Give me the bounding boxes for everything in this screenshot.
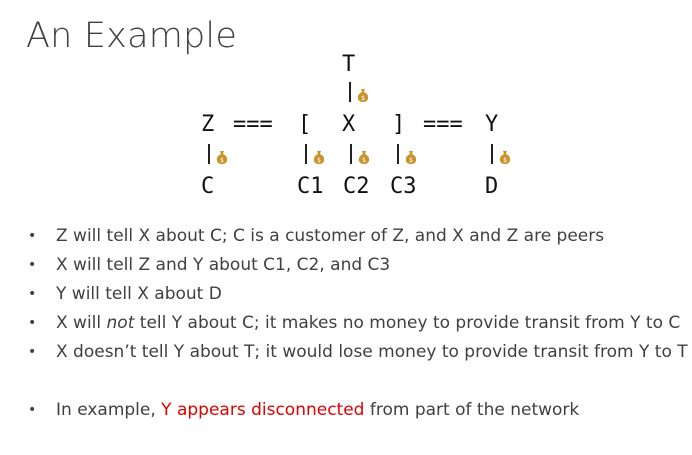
link-x-c1 xyxy=(305,144,307,164)
svg-text:$: $ xyxy=(317,157,321,164)
svg-text:$: $ xyxy=(361,95,365,102)
bullet-emphasis: not xyxy=(106,313,135,333)
bullet-text: Y will tell X about D xyxy=(56,284,222,304)
money-bag-icon: $ xyxy=(216,151,228,164)
money-bag-icon: $ xyxy=(405,151,417,164)
list-item: • X will tell Z and Y about C1, C2, and C… xyxy=(26,251,688,280)
link-z-c xyxy=(208,144,210,164)
node-c: C xyxy=(201,174,215,199)
bullet-dot: • xyxy=(28,315,37,331)
final-bullet-text: In example, Y appears disconnected from … xyxy=(26,400,579,420)
link-y-d xyxy=(491,144,493,164)
money-bag-icon: $ xyxy=(499,151,511,164)
highlight-text: Y appears disconnected xyxy=(161,400,365,420)
node-c1: C1 xyxy=(297,174,324,199)
link-x-c2 xyxy=(350,144,352,164)
bullet-text-post: tell Y about C; it makes no money to pro… xyxy=(134,313,681,333)
bullet-dot: • xyxy=(28,402,37,418)
final-text-post: from part of the network xyxy=(364,400,580,420)
link-t-x xyxy=(349,82,351,102)
bullet-text: X doesn’t tell Y about T; it would lose … xyxy=(56,342,688,362)
bullet-text-pre: X will xyxy=(56,313,107,333)
bullet-text: Z will tell X about C; C is a customer o… xyxy=(56,226,605,246)
node-y: Y xyxy=(485,112,499,137)
svg-text:$: $ xyxy=(220,157,224,164)
list-item: • X will not tell Y about C; it makes no … xyxy=(26,309,688,338)
bracket-close: ] xyxy=(392,112,406,137)
list-item: • X doesn’t tell Y about T; it would lose… xyxy=(26,338,688,367)
link-x-c3 xyxy=(397,144,399,164)
bullet-dot: • xyxy=(28,228,37,244)
node-x: X xyxy=(342,112,356,137)
final-text-pre: In example, xyxy=(56,400,162,420)
slide-title: An Example xyxy=(26,16,238,56)
peer-link-left: === xyxy=(233,112,273,137)
node-t: T xyxy=(342,52,356,77)
money-bag-icon: $ xyxy=(358,151,370,164)
node-c2: C2 xyxy=(343,174,370,199)
bullet-dot: • xyxy=(28,257,37,273)
svg-text:$: $ xyxy=(409,157,413,164)
peer-link-right: === xyxy=(423,112,463,137)
list-item: • Y will tell X about D xyxy=(26,280,688,309)
list-item: • Z will tell X about C; C is a customer … xyxy=(26,222,688,251)
node-z: Z xyxy=(201,112,215,137)
bullet-dot: • xyxy=(28,286,37,302)
final-bullet: • In example, Y appears disconnected fro… xyxy=(26,396,579,425)
svg-text:$: $ xyxy=(503,157,507,164)
svg-text:$: $ xyxy=(362,157,366,164)
bullet-list: • Z will tell X about C; C is a customer … xyxy=(26,222,688,367)
money-bag-icon: $ xyxy=(357,89,369,102)
money-bag-icon: $ xyxy=(313,151,325,164)
bracket-open: [ xyxy=(298,112,312,137)
bullet-dot: • xyxy=(28,344,37,360)
node-d: D xyxy=(485,174,499,199)
node-c3: C3 xyxy=(390,174,417,199)
bullet-text: X will tell Z and Y about C1, C2, and C3 xyxy=(56,255,391,275)
